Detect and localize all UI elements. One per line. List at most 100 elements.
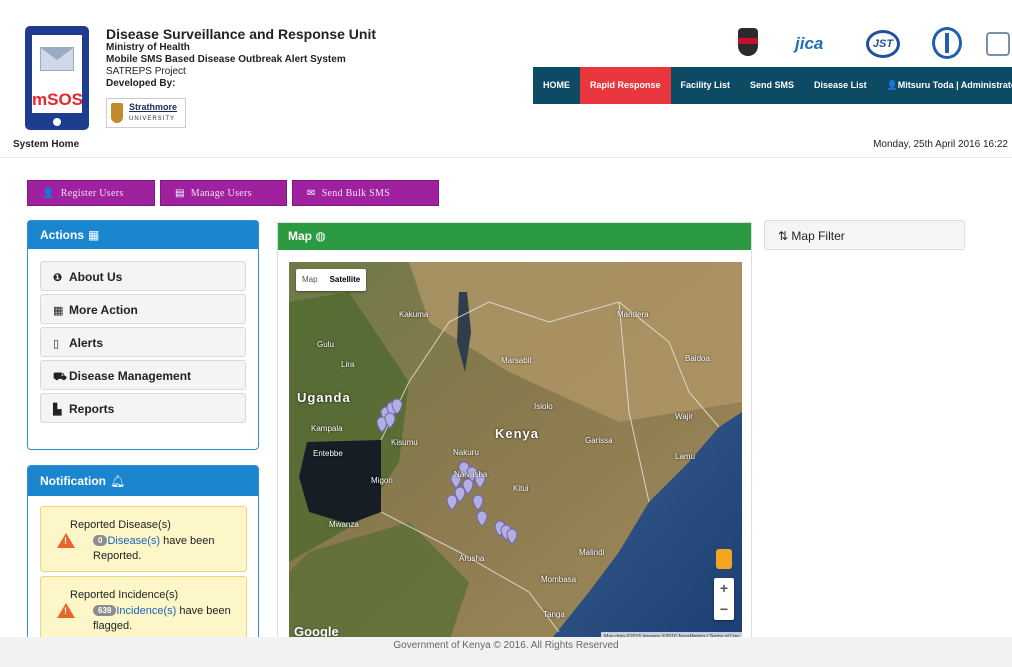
action-more-action[interactable]: ▦ More Action: [40, 294, 246, 324]
manage-users-label: Manage Users: [190, 188, 252, 199]
count-badge: 0: [93, 535, 108, 546]
map-panel: Map ◍ Kakuma Mandera Gulu Lira Uganda Ke…: [277, 222, 752, 652]
alert-line: 0 Disease(s) have been: [93, 535, 214, 547]
nav-send-sms[interactable]: Send SMS: [740, 67, 804, 104]
map-place-label: Lamu: [675, 452, 696, 461]
notification-title: Notification: [40, 474, 106, 488]
register-users-button[interactable]: 👤 Register Users: [27, 180, 155, 206]
notification-panel: Notification 🔔︎ Reported Disease(s) 0Dise…: [27, 465, 259, 655]
send-bulk-sms-label: Send Bulk SMS: [321, 188, 391, 199]
actions-header: Actions ▦: [28, 221, 258, 249]
user-menu-label: Mitsuru Toda | Administrato: [897, 80, 1012, 90]
ministry-logo-icon: [984, 24, 1012, 64]
msos-logo[interactable]: mSOS: [25, 26, 89, 130]
diseases-link[interactable]: Disease(s): [107, 535, 160, 547]
map-place-label: Nakuru: [453, 448, 479, 457]
map-place-label: Migori: [371, 476, 393, 485]
action-disease-management[interactable]: ⛟ Disease Management: [40, 360, 246, 390]
system-name: Mobile SMS Based Disease Outbreak Alert …: [106, 54, 346, 65]
zoom-out-button[interactable]: −: [714, 599, 734, 620]
alert-text: have been: [160, 535, 215, 547]
table-icon: ▦: [88, 228, 100, 242]
main-nav: HOME Rapid Response Facility List Send S…: [533, 67, 1012, 104]
ministry-name: Ministry of Health: [106, 42, 190, 53]
map-filter-button[interactable]: ⇅ Map Filter: [764, 220, 965, 250]
alert-text-2: Reported.: [93, 550, 142, 562]
actions-list: ❶ About Us ▦ More Action ▯ Alerts ⛟ Disease …: [28, 249, 258, 423]
alert-title: Reported Incidence(s): [70, 589, 179, 601]
kenya-coat-of-arms-icon: [728, 24, 768, 64]
map-place-label: Garissa: [585, 436, 613, 445]
map-type-control: Map Satellite: [296, 269, 367, 291]
nav-rapid-response[interactable]: Rapid Response: [580, 67, 671, 104]
nav-user-menu[interactable]: 👤Mitsuru Toda | Administrato: [877, 67, 1012, 104]
globe-icon: ◍: [315, 229, 326, 243]
strathmore-crest-icon: [111, 103, 123, 123]
alert-title: Reported Disease(s): [70, 519, 171, 531]
user-icon: 👤: [886, 80, 898, 90]
map-title: Map: [288, 229, 312, 243]
reported-diseases-alert: Reported Disease(s) 0Disease(s) have bee…: [40, 506, 247, 572]
action-reports[interactable]: ▙ Reports: [40, 393, 246, 423]
actions-title: Actions: [40, 228, 85, 242]
action-about-us[interactable]: ❶ About Us: [40, 261, 246, 291]
nav-facility-list[interactable]: Facility List: [671, 67, 741, 104]
sort-icon: ⇅: [778, 229, 789, 243]
satellite-map[interactable]: Kakuma Mandera Gulu Lira Uganda Kenya Ka…: [289, 262, 742, 642]
map-place-label: Baidoa: [685, 354, 710, 363]
map-type-satellite[interactable]: Satellite: [324, 269, 367, 291]
zoom-in-button[interactable]: +: [714, 578, 734, 599]
street-view-pegman-icon[interactable]: [716, 549, 732, 569]
map-place-label: Mandera: [617, 310, 649, 319]
phone-screen: mSOS: [32, 35, 84, 113]
send-bulk-sms-button[interactable]: ✉ Send Bulk SMS: [292, 180, 439, 206]
strathmore-name: Strathmore: [129, 102, 178, 112]
envelope-icon: [40, 47, 74, 71]
list-icon: ▤: [175, 188, 185, 199]
map-type-map[interactable]: Map: [296, 269, 324, 291]
alert-text-2: flagged.: [93, 620, 133, 632]
map-place-label: Isiolo: [534, 402, 553, 411]
map-filter-label: Map Filter: [791, 229, 845, 243]
alert-line: 639 Incidence(s) have been: [93, 605, 231, 617]
actions-panel: Actions ▦ ❶ About Us ▦ More Action ▯ Alerts …: [27, 220, 259, 450]
reported-incidences-alert: Reported Incidence(s) 639Incidence(s) ha…: [40, 576, 247, 642]
map-place-label: Wajir: [675, 412, 693, 421]
map-place-label: Mombasa: [541, 575, 577, 584]
alert-text: have been: [176, 605, 231, 617]
action-label: About Us: [69, 270, 123, 284]
map-place-label: Naivasha: [454, 470, 488, 479]
register-users-label: Register Users: [60, 188, 124, 199]
jica-logo: jica: [795, 34, 824, 53]
map-place-label: Lira: [341, 360, 355, 369]
logo-text: mSOS: [32, 90, 84, 109]
info-icon: ❶: [53, 272, 63, 284]
count-badge: 639: [93, 605, 117, 616]
mobile-icon: ▯: [53, 338, 60, 350]
org-info: Disease Surveillance and Response Unit M…: [106, 26, 376, 90]
action-alerts[interactable]: ▯ Alerts: [40, 327, 246, 357]
developed-by-label: Developed By:: [106, 78, 176, 89]
action-label: More Action: [69, 303, 138, 317]
action-label: Reports: [69, 402, 115, 416]
phone-button: [53, 118, 61, 126]
envelope-icon: ✉: [307, 188, 316, 199]
page-footer: Government of Kenya © 2016. All Rights R…: [0, 637, 1012, 667]
nav-home[interactable]: HOME: [533, 67, 580, 104]
user-toolbar: 👤 Register Users ▤ Manage Users ✉ Send Bulk…: [27, 180, 444, 206]
map-header: Map ◍: [278, 223, 751, 250]
manage-users-button[interactable]: ▤ Manage Users: [160, 180, 287, 206]
page-header: mSOS Disease Surveillance and Response U…: [0, 0, 1012, 158]
nav-disease-list[interactable]: Disease List: [804, 67, 877, 104]
medical-logo-icon: [930, 24, 964, 64]
warning-icon: [57, 603, 75, 618]
partner-logos: jica JST: [728, 24, 1012, 64]
bell-icon: 🔔︎: [110, 474, 126, 488]
incidences-link[interactable]: Incidence(s): [116, 605, 176, 617]
warning-icon: [57, 533, 75, 548]
current-date: Monday, 25th April 2016 16:22: [873, 139, 1008, 150]
map-place-label: Gulu: [317, 340, 334, 349]
map-place-label: Kisumu: [391, 438, 418, 447]
map-place-label: Kakuma: [399, 310, 429, 319]
action-label: Disease Management: [69, 369, 192, 383]
